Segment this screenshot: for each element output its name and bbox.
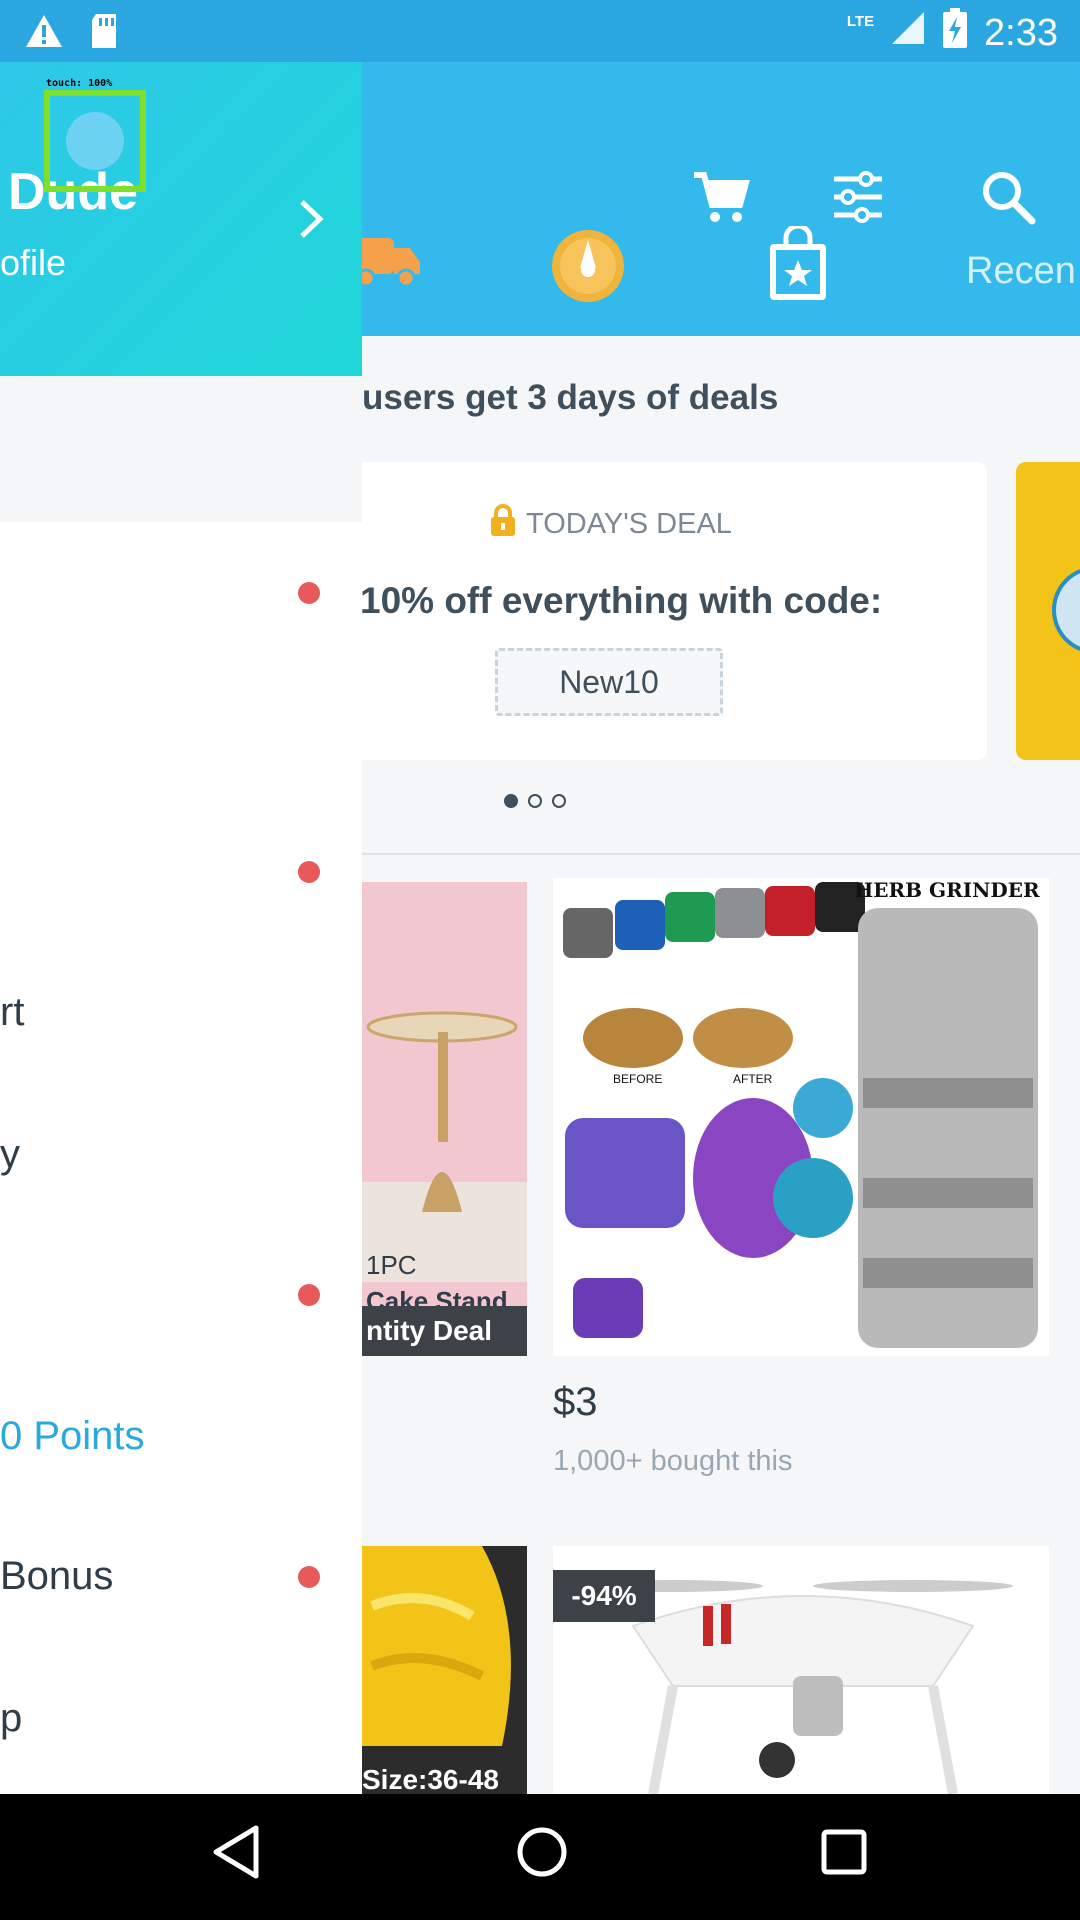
deal-title: 10% off everything with code: [360,580,883,621]
discount-badge: -94% [553,1570,655,1622]
sd-card-icon [88,12,120,55]
notification-dot [298,1566,320,1588]
back-icon[interactable] [212,1824,260,1885]
product-card-drone[interactable]: -94% [553,1546,1049,1794]
recents-icon[interactable] [820,1828,868,1881]
product-price: $3 [553,1380,598,1424]
warning-icon [24,13,64,54]
notification-dot [298,582,320,604]
product-caption: Size:36-48 [362,1764,499,1794]
after-label: AFTER [733,1072,773,1086]
navigation-drawer: Dude ofile rt y 0 Points Bonus p [0,62,362,1794]
yellow-shoe-image [362,1546,511,1746]
next-deal-card[interactable] [1016,462,1080,760]
tab-recent[interactable]: Recen [966,250,1076,293]
truck-icon[interactable] [352,230,422,295]
notification-dot [298,861,320,883]
shopping-bag-icon[interactable] [766,223,830,307]
chevron-right-icon[interactable] [296,196,326,247]
menu-item-history[interactable]: y [0,1132,20,1177]
deal-badge-text: TODAY'S DEAL [526,507,732,540]
product-caption: 1PC [366,1250,417,1280]
product-card-grinder[interactable]: HERB GRINDER BEFORE AFTER [553,878,1049,1356]
drawer-section-divider [0,376,362,522]
carousel-indicator [504,794,566,808]
touch-indicator-label: touch: 100% [46,78,113,89]
before-label: BEFORE [613,1072,663,1086]
cart-icon[interactable] [690,167,750,227]
clock: 2:33 [984,11,1058,54]
divider [330,853,1080,855]
carousel-dot [528,794,542,808]
product-card-shoe[interactable]: Size:36-48 [362,1546,527,1794]
touch-point [66,112,124,170]
menu-item-bonus[interactable]: Bonus [0,1554,113,1599]
cake-stand-image [362,1011,527,1282]
notification-dot [298,1284,320,1306]
lock-icon [490,504,516,544]
search-icon[interactable] [978,167,1038,227]
promo-headline: users get 3 days of deals [362,378,779,417]
home-icon[interactable] [514,1824,570,1885]
flash-sale-icon[interactable] [548,226,628,311]
herb-grinder-image [553,878,1049,1356]
deal-code[interactable]: New10 [495,648,723,716]
deal-card[interactable]: TODAY'S DEAL 10% off everything with cod… [330,462,987,760]
battery-charging-icon [942,8,968,58]
menu-item-points[interactable]: 0 Points [0,1414,145,1459]
filter-icon[interactable] [828,167,888,227]
deal-badge: TODAY'S DEAL [490,504,732,544]
menu-item-help[interactable]: p [0,1696,22,1741]
product-bought-count: 1,000+ bought this [553,1445,793,1477]
quantity-deal-tag: ntity Deal [362,1306,527,1356]
status-bar: LTE 2:33 [0,0,1080,62]
system-nav-bar [0,1794,1080,1920]
menu-item-cart[interactable]: rt [0,990,24,1035]
view-profile-link[interactable]: ofile [0,242,66,284]
network-type: LTE [846,12,875,30]
signal-icon [890,10,926,56]
product-image-text: HERB GRINDER [854,878,1040,902]
product-card-cake-stand[interactable]: 1PC Cake Stand ntity Deal [362,882,527,1356]
carousel-dot-active [504,794,518,808]
carousel-dot [552,794,566,808]
